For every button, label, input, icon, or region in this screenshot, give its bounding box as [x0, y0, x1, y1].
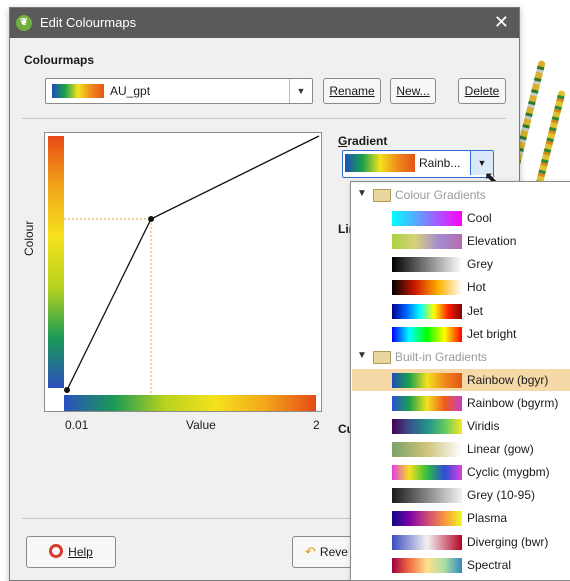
gradient-option[interactable]: Cool: [352, 207, 570, 229]
gradient-option-label: Jet: [467, 303, 484, 318]
gradient-swatch: [392, 372, 462, 388]
gradient-option[interactable]: Jet: [352, 300, 570, 322]
gradient-group-header[interactable]: ▼ Colour Gradients: [355, 184, 569, 206]
folder-icon: [373, 350, 391, 364]
gradient-swatch: [392, 395, 462, 411]
x-max-label: 2: [313, 418, 320, 432]
gradient-option[interactable]: Plasma: [352, 507, 570, 529]
gradient-option-label: Hot: [467, 280, 486, 295]
gradient-option[interactable]: Elevation: [352, 230, 570, 252]
gradient-option-label: Viridis: [467, 419, 500, 433]
y-axis-label: Colour: [22, 220, 36, 256]
gradient-option[interactable]: Grey (10-95): [352, 484, 570, 506]
gradient-group-name: Colour Gradients: [395, 188, 486, 202]
gradient-option-label: Diverging (bwr): [467, 534, 549, 549]
expand-triangle-icon[interactable]: ▼: [357, 350, 367, 361]
gradient-select[interactable]: Rainb... ▼: [342, 150, 494, 178]
expand-triangle-icon[interactable]: ▼: [357, 188, 367, 199]
gradient-swatch: [392, 211, 462, 227]
colourmap-curve-plot[interactable]: [44, 132, 322, 412]
help-button[interactable]: Help: [26, 536, 116, 568]
gradient-option[interactable]: Linear (gow): [352, 438, 570, 460]
divider: [22, 118, 506, 119]
rename-button[interactable]: Rename: [323, 78, 381, 104]
gradient-swatch: [392, 488, 462, 504]
gradient-option[interactable]: Viridis: [352, 415, 570, 437]
curve-point-start[interactable]: [64, 387, 70, 393]
curve-line: [66, 135, 320, 391]
gradient-label: Gradient: [338, 134, 388, 148]
revert-icon: ↶: [305, 544, 316, 559]
x-axis-label: Value: [186, 418, 216, 432]
gradient-swatch: [392, 534, 462, 550]
gradient-swatch: [392, 326, 462, 342]
gradient-option[interactable]: Rainbow (bgyr): [352, 368, 570, 391]
gradient-option[interactable]: Diverging (bwr): [352, 531, 570, 553]
gradient-swatch: [392, 257, 462, 273]
leaf-icon: ❦: [16, 15, 32, 31]
gradient-option[interactable]: Rainbow (bgyrm): [352, 392, 570, 414]
gradient-swatch: [392, 234, 462, 250]
x-min-label: 0.01: [65, 418, 89, 432]
gradient-option-label: Plasma: [467, 511, 508, 526]
gradient-option-label: Grey (10-95): [467, 488, 536, 503]
colourmap-select[interactable]: AU_gpt ▼: [45, 78, 313, 104]
lifebuoy-icon: [49, 544, 64, 558]
gradient-option-label: Rainbow (bgyrm): [467, 395, 559, 410]
colourmap-value: AU_gpt: [110, 84, 151, 98]
delete-button[interactable]: Delete: [458, 78, 506, 104]
gradient-option-label: Cool: [467, 211, 492, 226]
gradient-option-label: Spectral: [467, 557, 512, 572]
gradient-swatch: [392, 465, 462, 481]
gradient-group-name: Built-in Gradients: [395, 349, 488, 364]
gradient-option-label: Elevation: [467, 234, 517, 249]
window-title: Edit Colourmaps: [40, 15, 137, 30]
curve-svg: [64, 135, 320, 395]
gradient-group-header[interactable]: ▼ Built-in Gradients: [355, 346, 569, 368]
gradient-swatch: [392, 280, 462, 296]
gradient-swatch: [392, 419, 462, 434]
new-button[interactable]: New...: [390, 78, 436, 104]
gradient-option[interactable]: Hot: [352, 276, 570, 298]
gradient-option-label: Rainbow (bgyr): [467, 372, 549, 387]
close-button[interactable]: ✕: [494, 12, 509, 33]
gradient-value: Rainb...: [419, 156, 461, 170]
gradient-swatch: [392, 303, 462, 319]
colourmap-swatch: [52, 84, 104, 98]
gradient-swatch: [345, 154, 415, 172]
chevron-down-icon[interactable]: ▼: [289, 79, 312, 103]
gradient-dropdown-list[interactable]: ▼ Colour Gradients Cool Elevation Grey Hot Jet…: [350, 181, 570, 581]
colourmaps-label: Colourmaps: [24, 53, 95, 67]
gradient-option[interactable]: Cyclic (mygbm): [352, 461, 570, 483]
gradient-option-label: Linear (gow): [467, 442, 534, 457]
folder-icon: [373, 189, 391, 202]
gradient-swatch: [392, 511, 462, 527]
gradient-swatch: [392, 557, 462, 573]
gradient-option[interactable]: Grey: [352, 253, 570, 275]
title-bar: ❦ Edit Colourmaps ✕: [10, 8, 519, 38]
curve-point-middle[interactable]: [148, 216, 154, 222]
gradient-option-label: Grey: [467, 257, 494, 272]
gradient-option[interactable]: Spectral: [352, 554, 570, 576]
gradient-option-label: Cyclic (mygbm): [467, 465, 550, 480]
gradient-swatch: [392, 442, 462, 458]
gradient-option[interactable]: Jet bright: [352, 323, 570, 345]
gradient-option-label: Jet bright: [467, 326, 517, 341]
